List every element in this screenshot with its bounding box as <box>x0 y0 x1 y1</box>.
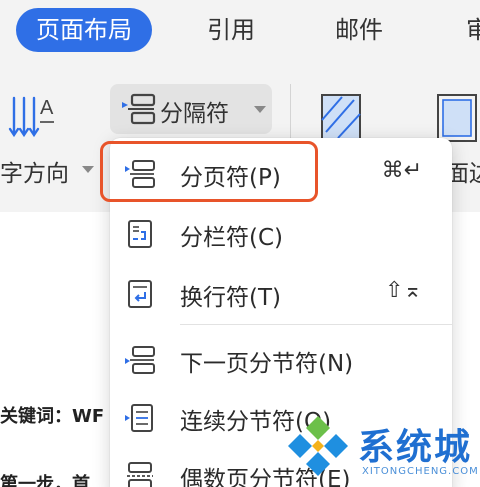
page-background-icon[interactable] <box>434 92 480 144</box>
watermark: 系统城 XITONGCHENG.COM <box>286 414 480 487</box>
watermark-logo-icon <box>288 416 348 476</box>
highlight-box <box>100 141 318 202</box>
tab-page-layout[interactable]: 页面布局 <box>16 8 152 52</box>
line-break-icon <box>128 280 152 308</box>
svg-text:A: A <box>40 97 54 119</box>
tab-review[interactable]: 审 <box>466 8 480 52</box>
next-page-section-break-icon <box>125 346 155 374</box>
breaks-button[interactable]: 分隔符 <box>110 84 272 134</box>
chevron-down-icon <box>254 106 266 113</box>
breaks-label: 分隔符 <box>160 101 229 127</box>
chevron-down-icon[interactable] <box>82 166 94 173</box>
document-text-line: 第一步，首 <box>0 474 90 487</box>
shortcut-label: ⌘↵ <box>381 158 422 183</box>
document-text-line: 关键词：WF <box>0 406 105 427</box>
menu-item-column-break[interactable]: 分栏符(C) <box>110 206 452 262</box>
menu-item-line-break[interactable]: 换行符(T) ⇧⌅ <box>110 266 452 322</box>
continuous-section-break-icon <box>125 404 153 432</box>
even-page-section-break-icon <box>127 462 153 487</box>
menu-item-label: 换行符(T) <box>180 285 281 311</box>
menu-divider <box>180 324 452 325</box>
breaks-icon <box>122 93 156 125</box>
menu-item-label: 下一页分节符(N) <box>180 351 354 377</box>
watermark-subtitle: XITONGCHENG.COM <box>362 466 479 477</box>
ribbon-tab-bar: 页面布局 引用 邮件 审 <box>0 0 480 62</box>
page-border-icon[interactable] <box>318 92 364 142</box>
column-break-icon <box>128 220 152 248</box>
text-direction-icon[interactable]: A <box>6 92 56 142</box>
menu-item-next-page-section-break[interactable]: 下一页分节符(N) <box>110 332 452 388</box>
watermark-title: 系统城 <box>358 427 473 468</box>
tab-mailings[interactable]: 邮件 <box>335 8 383 52</box>
menu-item-label: 分栏符(C) <box>180 225 284 251</box>
text-direction-label[interactable]: 字方向 <box>0 154 69 188</box>
tab-references[interactable]: 引用 <box>207 8 255 52</box>
shortcut-label: ⇧⌅ <box>385 278 422 303</box>
